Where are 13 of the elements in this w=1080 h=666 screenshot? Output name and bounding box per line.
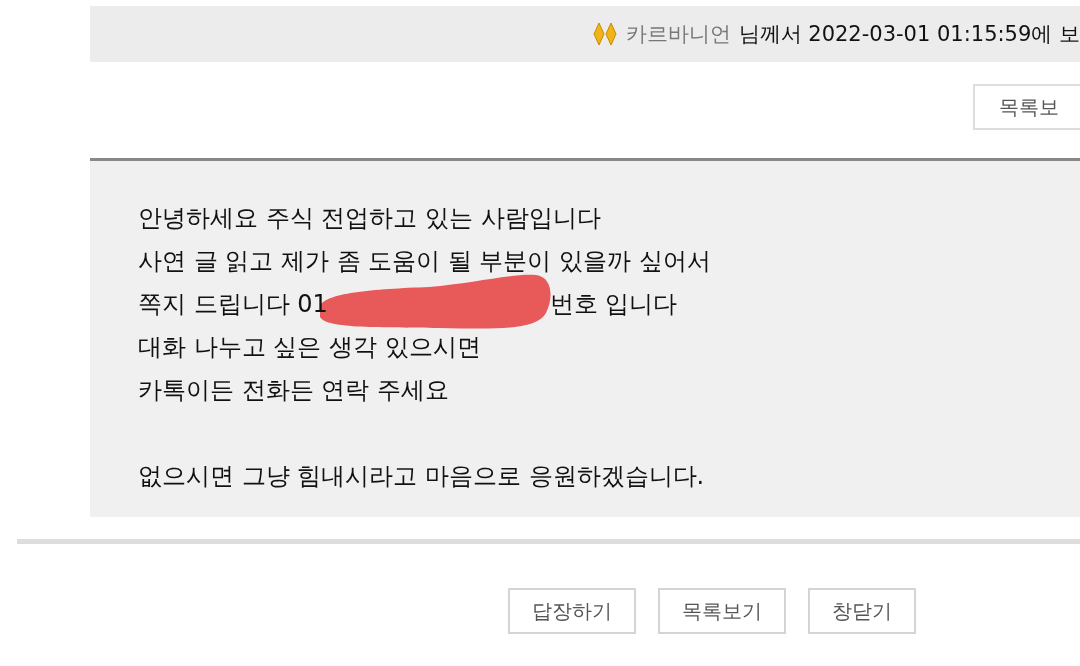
action-button[interactable]: 목록보기 xyxy=(658,588,786,634)
message-line: 쪽지 드립니다 01 xyxy=(138,289,328,320)
post-info: 님께서 2022-03-01 01:15:59에 보 xyxy=(738,21,1080,48)
message-line: 사연 글 읽고 제가 좀 도움이 될 부분이 있을까 싶어서 xyxy=(138,246,711,277)
message-line: 대화 나누고 싶은 생각 있으시면 xyxy=(138,332,481,363)
message-line: 카톡이든 전화든 연락 주세요 xyxy=(138,375,449,406)
author-name[interactable]: 카르바니언 xyxy=(625,20,731,48)
action-button[interactable]: 창닫기 xyxy=(808,588,916,634)
list-button[interactable]: 목록보 xyxy=(973,84,1080,130)
message-line: 없으시면 그냥 힘내시라고 마음으로 응원하겠습니다. xyxy=(138,461,705,492)
message-line: 번호 입니다 xyxy=(549,289,678,320)
message-line: 안녕하세요 주식 전업하고 있는 사람입니다 xyxy=(138,203,601,234)
action-button[interactable]: 답장하기 xyxy=(508,588,636,634)
